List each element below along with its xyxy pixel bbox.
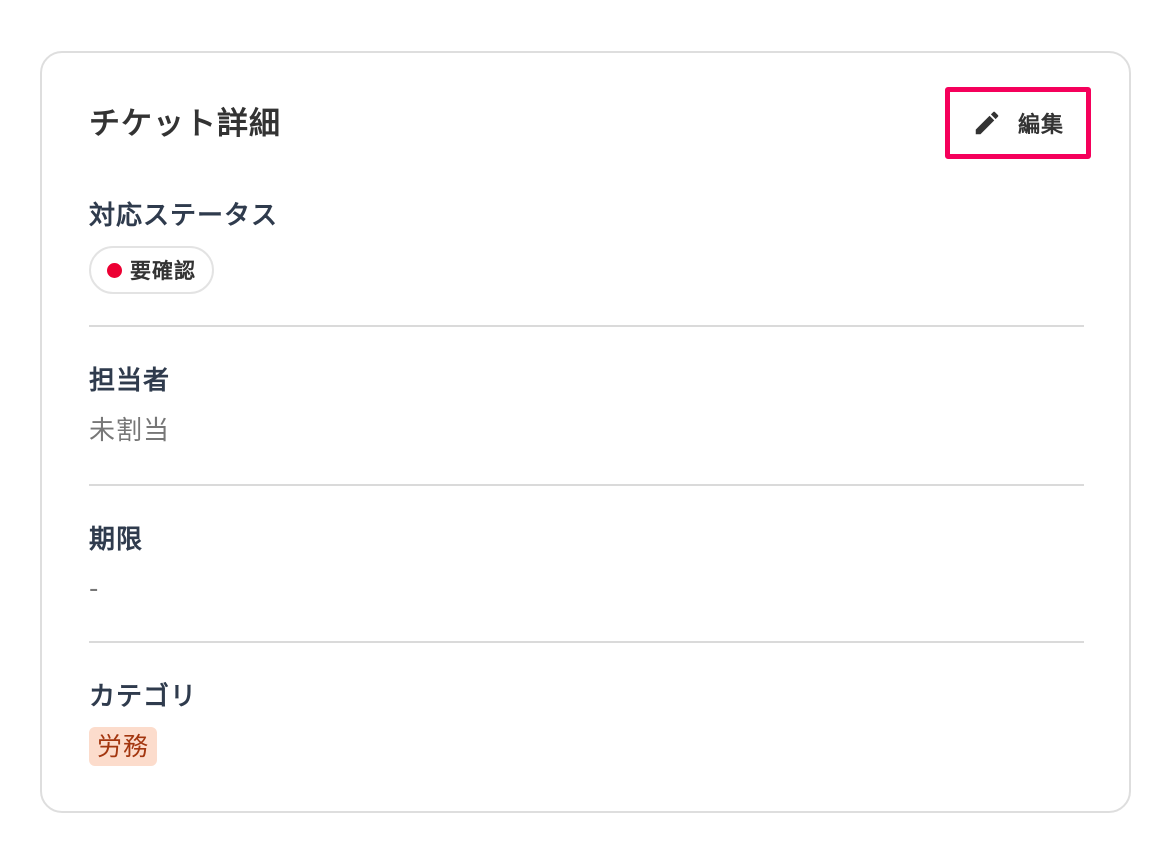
status-label: 対応ステータス xyxy=(89,201,279,231)
divider xyxy=(89,484,1084,486)
divider xyxy=(89,325,1084,327)
edit-button-label: 編集 xyxy=(1017,113,1064,138)
assignee-label: 担当者 xyxy=(89,366,171,396)
assignee-value: 未割当 xyxy=(89,416,171,446)
category-tag: 労務 xyxy=(89,727,158,766)
status-value: 要確認 xyxy=(130,259,196,283)
ticket-detail-card xyxy=(40,51,1131,813)
edit-button[interactable]: 編集 xyxy=(945,87,1091,159)
due-date-value: - xyxy=(89,574,100,604)
category-label: カテゴリ xyxy=(89,682,198,712)
due-date-label: 期限 xyxy=(89,525,144,555)
card-title: チケット詳細 xyxy=(89,106,281,142)
pencil-icon xyxy=(972,108,1002,138)
divider xyxy=(89,641,1084,643)
status-badge: 要確認 xyxy=(89,246,214,294)
status-dot-icon xyxy=(107,262,122,278)
